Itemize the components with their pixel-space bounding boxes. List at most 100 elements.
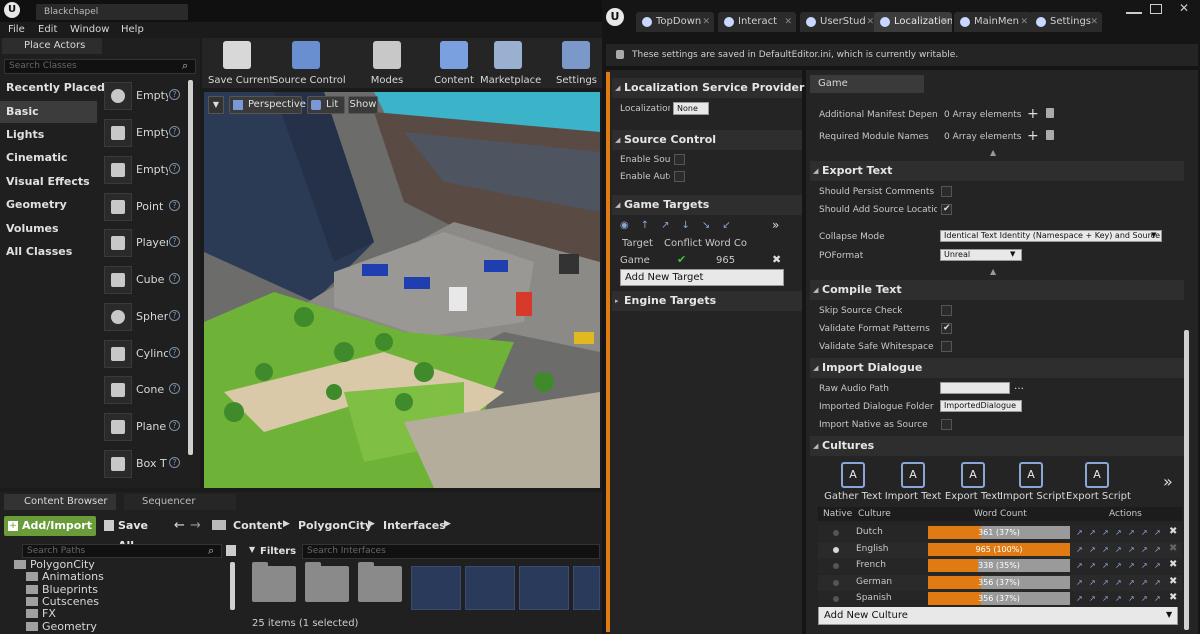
native-radio[interactable] [833,530,839,536]
culture-action-icon[interactable]: ↗ [1115,578,1124,588]
actor-item[interactable]: Point? [101,190,185,225]
help-icon[interactable]: ? [169,236,180,247]
imported-dialogue-folder-input[interactable]: ImportedDialogue [940,400,1022,412]
tab-settings[interactable]: Settings ✕ [1030,12,1102,32]
culture-action-import-text[interactable]: A Import Text [882,462,944,504]
browse-ellipsis-icon[interactable]: … [1014,381,1024,392]
actor-item[interactable]: Cube? [101,263,185,298]
breadcrumb-content[interactable]: Content [233,519,282,532]
culture-action-export-script[interactable]: A Export Script [1066,462,1131,504]
help-icon[interactable]: ? [169,383,180,394]
maximize-button[interactable] [1150,4,1162,14]
culture-action-icon[interactable]: ↗ [1141,594,1150,604]
native-radio[interactable] [833,563,839,569]
culture-action-icon[interactable]: ↗ [1089,594,1098,604]
close-icon[interactable]: ✕ [702,12,710,32]
add-new-culture-button[interactable]: Add New Culture [818,606,1178,625]
tab-mainmen[interactable]: MainMen ✕ [954,12,1032,32]
culture-action-icon[interactable]: ↗ [1089,545,1098,555]
delete-culture-icon[interactable]: ✖ [1169,559,1177,570]
culture-action-icon[interactable]: ↗ [1076,594,1085,604]
asset-tile[interactable] [519,566,569,610]
culture-action-icon[interactable]: ↗ [1102,528,1111,538]
help-icon[interactable]: ? [169,200,180,211]
category-visual-effects[interactable]: Visual Effects [0,171,97,193]
actor-item[interactable]: Cone? [101,373,185,408]
culture-action-icon[interactable]: ↗ [1115,594,1124,604]
actor-item[interactable]: Empty? [101,79,185,114]
culture-action-icon[interactable]: ↗ [1089,528,1098,538]
culture-action-icon[interactable]: ↗ [1128,528,1137,538]
delete-culture-icon[interactable]: ✖ [1169,576,1177,587]
culture-action-import-script[interactable]: A Import Script [1000,462,1065,504]
culture-action-icon[interactable]: ↗ [1141,528,1150,538]
place-actors-tab[interactable]: Place Actors [2,38,102,54]
actor-item[interactable]: Cylinc? [101,337,185,372]
content-button[interactable]: Content [432,38,476,86]
category-volumes[interactable]: Volumes [0,218,97,240]
menu-help[interactable]: Help [121,24,144,35]
asset-folder[interactable] [305,562,349,602]
actor-item[interactable]: Player? [101,226,185,261]
culture-action-icon[interactable]: ↗ [1102,545,1111,555]
section-cultures[interactable]: ◢ Cultures [810,436,1184,456]
culture-action-icon[interactable]: ↗ [1115,561,1124,571]
culture-action-icon[interactable]: ↗ [1089,561,1098,571]
target-game[interactable]: Game [620,255,650,266]
help-icon[interactable]: ? [169,273,180,284]
category-cinematic[interactable]: Cinematic [0,147,97,169]
close-icon[interactable]: ✕ [1090,12,1098,32]
minimize-button[interactable] [1126,6,1142,14]
culture-action-icon[interactable]: ↗ [1141,578,1150,588]
filters-button[interactable]: Filters [248,544,300,559]
help-icon[interactable]: ? [169,457,180,468]
culture-action-icon[interactable]: ↗ [1102,594,1111,604]
loc-service-dropdown[interactable]: None [673,102,709,115]
trash-icon[interactable] [1046,108,1054,118]
delete-culture-icon[interactable]: ✖ [1169,592,1177,603]
tab-userstud[interactable]: UserStud ✕ [800,12,878,32]
add-element-icon[interactable]: + [1027,128,1039,144]
collapse-mode-dropdown[interactable]: Identical Text Identity (Namespace + Key… [940,230,1162,242]
show-button[interactable]: Show [348,96,378,114]
culture-action-icon[interactable]: ↗ [1102,561,1111,571]
tab-interact[interactable]: Interact ✕ [718,12,796,32]
culture-action-export-text[interactable]: A Export Text [942,462,1004,504]
category-recently-placed[interactable]: Recently Placed [0,77,105,99]
asset-tile[interactable] [411,566,461,610]
tree-item-animations[interactable]: Animations [26,570,104,583]
breadcrumb-interfaces[interactable]: Interfaces [383,519,446,532]
enable-source-checkbox[interactable] [674,154,685,165]
tree-item-geometry[interactable]: Geometry [26,620,97,633]
section-compile-text[interactable]: ◢ Compile Text [810,280,1184,300]
section-localization-service[interactable]: ◢ Localization Service Provider [612,78,804,98]
marketplace-button[interactable]: Marketplace [480,38,541,86]
add-element-icon[interactable]: + [1027,106,1039,122]
settings-button[interactable]: Settings [556,38,597,86]
source-control-button[interactable]: Source Control [272,38,346,86]
help-icon[interactable]: ? [169,163,180,174]
add-source-locations-checkbox[interactable] [941,204,952,215]
import-native-checkbox[interactable] [941,419,952,430]
menu-edit[interactable]: Edit [38,24,57,35]
close-icon[interactable]: ✕ [784,12,792,32]
section-import-dialogue[interactable]: ◢ Import Dialogue [810,358,1184,378]
close-icon[interactable]: ✕ [866,12,874,32]
culture-action-icon[interactable]: ↗ [1128,561,1137,571]
content-browser-tab[interactable]: Content Browser [4,494,116,510]
breadcrumb-polygoncity[interactable]: PolygonCity [298,519,372,532]
tree-scrollbar[interactable] [230,562,235,610]
delete-target-icon[interactable]: ✖ [772,253,781,266]
modes-button[interactable]: Modes [355,38,419,86]
culture-action-icon[interactable]: ↗ [1076,545,1085,555]
raw-audio-path-input[interactable] [940,382,1010,394]
section-source-control[interactable]: ◢ Source Control [612,130,802,150]
help-icon[interactable]: ? [169,89,180,100]
native-radio[interactable] [833,596,839,602]
help-icon[interactable]: ? [169,310,180,321]
viewport-options-button[interactable]: ▼ [208,96,224,114]
search-classes-input[interactable]: Search Classes [4,59,196,74]
culture-action-icon[interactable]: ↗ [1102,578,1111,588]
section-engine-targets[interactable]: ▸ Engine Targets [612,291,802,311]
culture-action-icon[interactable]: ↗ [1076,561,1085,571]
